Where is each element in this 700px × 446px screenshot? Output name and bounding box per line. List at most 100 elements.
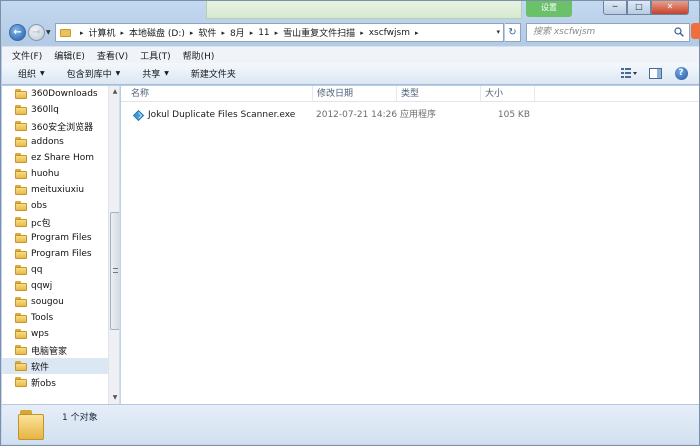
menu-bar: 文件(F) 编辑(E) 查看(V) 工具(T) 帮助(H) — [2, 46, 699, 63]
sidebar-item[interactable]: meituxiuxiu — [2, 182, 110, 198]
scroll-down-icon[interactable]: ▼ — [109, 393, 119, 403]
breadcrumb-item[interactable]: 雪山重复文件扫描 — [283, 26, 355, 39]
menu-view[interactable]: 查看(V) — [97, 49, 128, 62]
sidebar-item[interactable]: sougou — [2, 294, 110, 310]
application-icon — [133, 110, 144, 121]
refresh-button[interactable]: ↻ — [505, 23, 521, 42]
folder-icon — [15, 201, 27, 211]
sidebar-item[interactable]: 360llq — [2, 102, 110, 118]
grip-icon — [113, 268, 118, 273]
sidebar-item[interactable]: Tools — [2, 310, 110, 326]
breadcrumb-item[interactable]: 8月 — [230, 26, 245, 39]
sidebar-item-label: huohu — [31, 169, 60, 179]
breadcrumb-separator-icon[interactable]: ▸ — [221, 29, 225, 37]
back-button[interactable]: ← — [9, 24, 26, 41]
file-size: 105 KB — [497, 110, 530, 120]
breadcrumb: ▸ 计算机 ▸ 本地磁盘 (D:) ▸ 软件 ▸ 8月 ▸ 11 ▸ 雪山重复文件扫描 ▸ xscfwjs… — [75, 26, 424, 40]
breadcrumb-separator-icon[interactable]: ▸ — [360, 29, 364, 37]
sidebar-item[interactable]: qq — [2, 262, 110, 278]
file-modified: 2012-07-21 14:26 — [316, 110, 398, 120]
organize-button[interactable]: 组织 ▼ — [18, 67, 45, 80]
sidebar-item-label: 新obs — [31, 378, 56, 389]
scrollbar-thumb[interactable] — [110, 212, 119, 330]
forward-button[interactable]: → — [28, 24, 45, 41]
view-options-icon[interactable] — [621, 66, 637, 80]
table-row[interactable]: Jokul Duplicate Files Scanner.exe 2012-0… — [121, 107, 541, 123]
sidebar-item[interactable]: obs — [2, 198, 110, 214]
sidebar-item-label: pc包 — [31, 218, 51, 229]
menu-edit[interactable]: 编辑(E) — [54, 49, 85, 62]
folder-icon — [15, 217, 27, 227]
address-dropdown-icon[interactable]: ▾ — [496, 28, 500, 36]
folder-icon — [60, 28, 71, 37]
sidebar-item[interactable]: ez Share Hom — [2, 150, 110, 166]
new-folder-button[interactable]: 新建文件夹 — [191, 67, 236, 80]
explorer-window: 设置 ─ □ ✕ ← → ▼ ▸ 计算机 ▸ 本地磁盘 (D:) ▸ 软件 ▸ 8月 ▸ 11 ▸ 雪… — [0, 0, 700, 446]
breadcrumb-item[interactable]: 11 — [258, 28, 269, 38]
sidebar-item[interactable]: Program Files — [2, 230, 110, 246]
sidebar-item[interactable]: 360Downloads — [2, 86, 110, 102]
sidebar-item-label: Tools — [31, 313, 54, 323]
sidebar-item[interactable]: addons — [2, 134, 110, 150]
sidebar-item[interactable]: huohu — [2, 166, 110, 182]
folder-icon — [15, 249, 27, 259]
recent-pages-dropdown[interactable]: ▼ — [46, 29, 51, 36]
folder-icon — [15, 185, 27, 195]
sidebar-item[interactable]: 电脑管家 — [2, 342, 110, 358]
organize-label: 组织 — [18, 70, 37, 80]
breadcrumb-separator-icon[interactable]: ▸ — [250, 29, 254, 37]
column-name[interactable]: 名称 — [127, 86, 313, 102]
sidebar-item[interactable]: 360安全浏览器 — [2, 118, 110, 134]
column-size[interactable]: 大小 — [481, 86, 535, 102]
menu-help[interactable]: 帮助(H) — [183, 49, 215, 62]
folder-icon — [15, 121, 27, 131]
preview-pane-icon[interactable] — [647, 66, 663, 80]
sidebar-item[interactable]: 新obs — [2, 374, 110, 390]
search-icon[interactable] — [674, 27, 684, 37]
navigation-pane: 新obs 软件 电脑管家 wps Tools sougou qqwj qq Program Fi… — [2, 86, 120, 404]
sidebar-item[interactable]: Program Files — [2, 246, 110, 262]
share-button[interactable]: 共享 ▼ — [142, 67, 169, 80]
sidebar-item-label: wps — [31, 329, 49, 339]
include-in-library-button[interactable]: 包含到库中 ▼ — [67, 67, 121, 80]
command-bar: 组织 ▼ 包含到库中 ▼ 共享 ▼ 新建文件夹 ? — [2, 63, 699, 85]
sidebar-item-label: qq — [31, 265, 43, 275]
nav-scrollbar[interactable]: ▲ ▼ — [108, 86, 119, 404]
breadcrumb-separator-icon[interactable]: ▸ — [275, 29, 279, 37]
close-button[interactable]: ✕ — [651, 1, 689, 15]
scroll-up-icon[interactable]: ▲ — [109, 87, 119, 97]
menu-file[interactable]: 文件(F) — [12, 49, 42, 62]
new-folder-label: 新建文件夹 — [190, 70, 236, 80]
breadcrumb-item[interactable]: 软件 — [198, 26, 216, 39]
folder-icon — [15, 153, 27, 163]
folder-icon — [15, 169, 27, 179]
breadcrumb-item[interactable]: xscfwjsm — [369, 28, 410, 38]
column-modified[interactable]: 修改日期 — [313, 86, 397, 102]
column-type[interactable]: 类型 — [397, 86, 481, 102]
banner-button[interactable]: 设置 — [526, 1, 572, 17]
sidebar-item-label: meituxiuxiu — [31, 185, 85, 195]
search-input[interactable]: 搜索 xscfwjsm — [526, 23, 690, 42]
file-list: 名称 修改日期 类型 大小 Jokul Duplicate Files Scan… — [121, 86, 699, 404]
breadcrumb-separator-icon[interactable]: ▸ — [415, 29, 419, 37]
breadcrumb-item[interactable]: 本地磁盘 (D:) — [129, 26, 185, 39]
details-pane: 1 个对象 — [2, 404, 699, 444]
sidebar-item[interactable]: pc包 — [2, 214, 110, 230]
sidebar-item[interactable]: 软件 — [2, 358, 110, 374]
sidebar-item[interactable]: qqwj — [2, 278, 110, 294]
item-count: 1 个对象 — [62, 413, 98, 423]
address-bar[interactable]: ▸ 计算机 ▸ 本地磁盘 (D:) ▸ 软件 ▸ 8月 ▸ 11 ▸ 雪山重复文件扫描 ▸ xscfwjs… — [55, 23, 504, 42]
help-button[interactable]: ? — [673, 66, 689, 80]
minimize-button[interactable]: ─ — [603, 1, 627, 15]
breadcrumb-separator-icon[interactable]: ▸ — [190, 29, 194, 37]
maximize-button[interactable]: □ — [627, 1, 651, 15]
breadcrumb-separator-icon[interactable]: ▸ — [121, 29, 125, 37]
breadcrumb-separator-icon[interactable]: ▸ — [80, 29, 84, 37]
menu-tools[interactable]: 工具(T) — [140, 49, 171, 62]
search-placeholder: 搜索 xscfwjsm — [533, 27, 596, 37]
breadcrumb-item[interactable]: 计算机 — [89, 26, 116, 39]
sidebar-item[interactable]: wps — [2, 326, 110, 342]
sidebar-item-label: ez Share Hom — [31, 153, 94, 163]
include-in-library-label: 包含到库中 — [66, 70, 112, 80]
sidebar-item-label: sougou — [31, 297, 64, 307]
